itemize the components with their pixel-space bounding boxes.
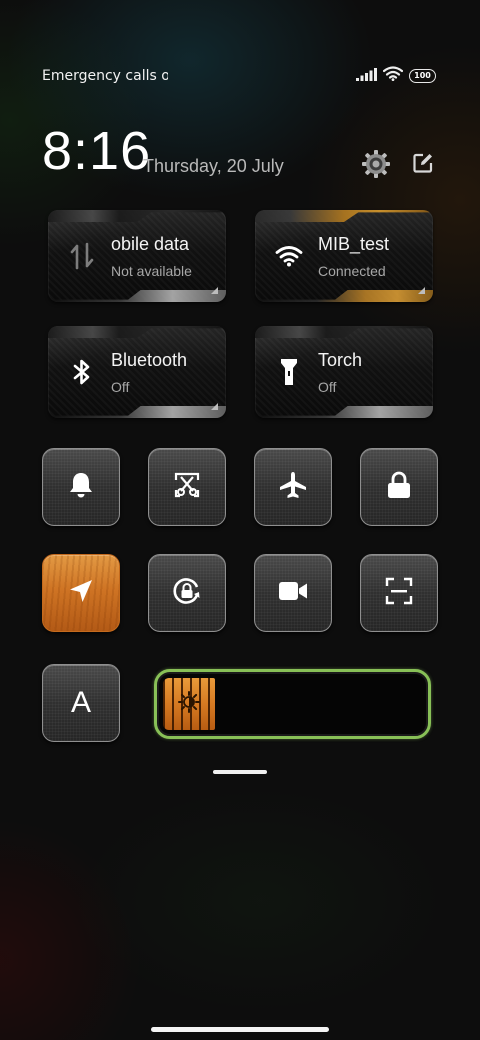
tile-decor [255,290,433,302]
location-icon [68,578,94,608]
tile-bluetooth[interactable]: Bluetooth Off [48,326,226,418]
home-indicator[interactable] [151,1027,329,1032]
airplane-icon [278,470,308,504]
tile-decor [48,406,226,418]
date-text: Thursday, 20 July [143,156,284,176]
bell-icon [68,471,94,503]
bluetooth-icon [68,356,96,388]
status-icons: 100 [356,66,436,85]
wifi-status-icon [382,66,404,85]
edit-icon[interactable] [410,150,436,176]
font-size-button[interactable]: A [42,664,120,742]
scan-icon [385,577,413,609]
lock-icon [387,471,411,503]
tile-decor [255,210,433,222]
brightness-slider[interactable] [154,669,431,739]
tile-wifi[interactable]: MIB_test Connected [255,210,433,302]
expand-corner-icon[interactable] [211,403,218,410]
font-size-label: A [70,686,91,719]
tile-torch[interactable]: Torch Off [255,326,433,418]
clock-time: 8:16 [42,121,152,181]
tile-title: Bluetooth [111,350,188,370]
screenshot-icon [173,471,201,503]
panel-drag-handle[interactable] [213,770,267,774]
tile-decor [255,406,433,418]
gear-icon[interactable] [360,148,392,180]
torch-icon [275,356,303,388]
tile-status: Off [111,379,130,395]
tile-decor [255,326,433,338]
scanner-button[interactable] [360,554,438,632]
rotation-lock-button[interactable] [148,554,226,632]
wifi-icon [275,240,303,272]
status-carrier-text: Emergency calls o [42,68,168,84]
mobile-data-icon [68,240,96,272]
brightness-icon [178,691,200,717]
screenshot-button[interactable] [148,448,226,526]
sound-toggle-button[interactable] [42,448,120,526]
signal-icon [356,66,377,85]
expand-corner-icon[interactable] [418,287,425,294]
expand-corner-icon[interactable] [211,287,218,294]
tile-title: MIB_test [318,234,390,254]
video-camera-icon [278,580,308,606]
location-button[interactable] [42,554,120,632]
lock-screen-button[interactable] [360,448,438,526]
rotation-lock-icon [171,575,203,611]
airplane-mode-button[interactable] [254,448,332,526]
tile-decor [48,326,226,338]
tile-status: Not available [111,263,192,279]
tile-title: obile data [111,234,190,254]
tile-mobile-data[interactable]: obile data Not available [48,210,226,302]
tile-status: Off [318,379,337,395]
screen-record-button[interactable] [254,554,332,632]
tile-status: Connected [318,263,386,279]
battery-icon: 100 [409,68,436,83]
tile-title: Torch [318,350,363,370]
tile-decor [48,210,226,222]
tile-decor [48,290,226,302]
brightness-fill [163,678,215,730]
